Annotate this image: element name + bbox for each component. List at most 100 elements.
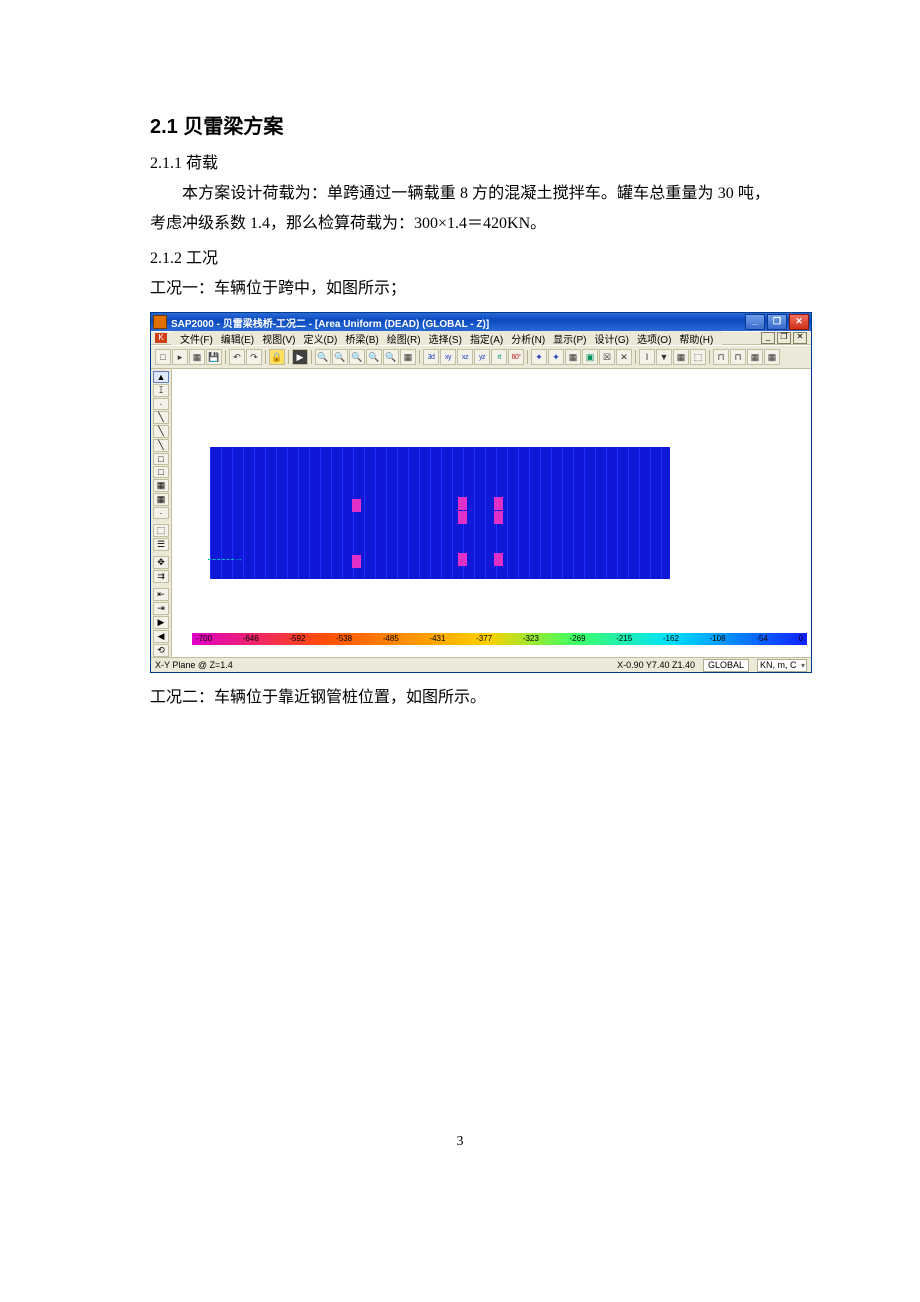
- tool-zoom3-icon[interactable]: 🔍: [349, 349, 365, 365]
- tool-zoom2-icon[interactable]: 🔍: [332, 349, 348, 365]
- tool-new-icon[interactable]: □: [155, 349, 171, 365]
- menu-analyze[interactable]: 分析(N): [508, 331, 548, 346]
- vtool-refresh-icon[interactable]: ⟲: [153, 644, 169, 657]
- tool-undo-icon[interactable]: ↶: [229, 349, 245, 365]
- load-patch: [458, 497, 467, 510]
- tool-frame4-icon[interactable]: ▦: [764, 349, 780, 365]
- left-toolbar: ▲ ꕯ · ╲ ╲ ╲ □ □ ▦ ▦ · ⬚ ☰ ✥ ⇉ ⇤ ⇥ ▶: [151, 369, 172, 657]
- window-minimize-button[interactable]: _: [745, 314, 765, 330]
- tool-frame3-icon[interactable]: ▦: [747, 349, 763, 365]
- load-patch: [494, 497, 503, 510]
- toolbar-separator: [311, 350, 312, 364]
- menu-select[interactable]: 选择(S): [426, 331, 465, 346]
- toolbar-separator: [419, 350, 420, 364]
- status-units-dropdown[interactable]: KN, m, C: [757, 659, 807, 672]
- menu-file[interactable]: 文件(F): [177, 331, 216, 346]
- tool-grid-icon[interactable]: ▦: [189, 349, 205, 365]
- vtool-snap1-icon[interactable]: ⇤: [153, 588, 169, 601]
- menu-bar: 文件(F) 编辑(E) 视图(V) 定义(D) 桥梁(B) 绘图(R) 选择(S…: [171, 331, 722, 345]
- legend-val: -215: [616, 634, 632, 646]
- window-title-bar: SAP2000 - 贝雷梁栈桥-工况二 - [Area Uniform (DEA…: [151, 313, 811, 331]
- load-patch: [352, 555, 361, 568]
- tool-view-3d-icon[interactable]: 3d: [423, 349, 439, 365]
- tool-save-icon[interactable]: 💾: [206, 349, 222, 365]
- vtool-line1-icon[interactable]: ╲: [153, 411, 169, 424]
- menu-design[interactable]: 设计(G): [592, 331, 632, 346]
- tool-view-60-icon[interactable]: 60°: [508, 349, 524, 365]
- vtool-pointer-icon[interactable]: ▲: [153, 371, 169, 383]
- tool-frame2-icon[interactable]: ⊓: [730, 349, 746, 365]
- page-number: 3: [150, 1134, 770, 1150]
- sap2000-window: SAP2000 - 贝雷梁栈桥-工况二 - [Area Uniform (DEA…: [150, 312, 812, 673]
- vtool-area2-icon[interactable]: ▦: [153, 493, 169, 506]
- app-icon: [153, 315, 167, 329]
- mdi-min-button[interactable]: _: [761, 332, 775, 344]
- vtool-step-back-icon[interactable]: ◀: [153, 630, 169, 643]
- tool-set2-icon[interactable]: ▣: [582, 349, 598, 365]
- vtool-line3-icon[interactable]: ╲: [153, 439, 169, 452]
- tool-right-icon[interactable]: ✦: [548, 349, 564, 365]
- mdi-restore-button[interactable]: ❐: [777, 332, 791, 344]
- tool-drop-icon[interactable]: ▼: [656, 349, 672, 365]
- vtool-snap2-icon[interactable]: ⇥: [153, 602, 169, 615]
- vtool-dot-icon[interactable]: ·: [153, 507, 169, 519]
- legend-val: -646: [243, 634, 259, 646]
- window-close-button[interactable]: ✕: [789, 314, 809, 330]
- legend-val: -538: [336, 634, 352, 646]
- color-legend-labels: -700 -646 -592 -538 -485 -431 -377 -323 …: [192, 633, 807, 645]
- tool-lock-icon[interactable]: 🔒: [269, 349, 285, 365]
- tool-zoom4-icon[interactable]: 🔍: [366, 349, 382, 365]
- menu-options[interactable]: 选项(O): [634, 331, 674, 346]
- mdi-close-button[interactable]: ✕: [793, 332, 807, 344]
- vtool-line2-icon[interactable]: ╲: [153, 425, 169, 438]
- menu-edit[interactable]: 编辑(E): [218, 331, 257, 346]
- menu-bridge[interactable]: 桥梁(B): [342, 331, 381, 346]
- status-global-field[interactable]: GLOBAL: [703, 659, 749, 672]
- legend-val: -592: [289, 634, 305, 646]
- legend-val: -377: [476, 634, 492, 646]
- axis-marker: [208, 559, 234, 561]
- vtool-area1-icon[interactable]: ▦: [153, 479, 169, 492]
- tool-view-xz-icon[interactable]: xz: [457, 349, 473, 365]
- heading-2-1-2: 2.1.2 工况: [150, 244, 770, 268]
- tool-set1-icon[interactable]: ▦: [565, 349, 581, 365]
- legend-val: -162: [663, 634, 679, 646]
- tool-frame1-icon[interactable]: ⊓: [713, 349, 729, 365]
- legend-val: -323: [523, 634, 539, 646]
- menu-assign[interactable]: 指定(A): [467, 331, 506, 346]
- vtool-point-icon[interactable]: ·: [153, 398, 169, 410]
- vtool-assign1-icon[interactable]: ⬚: [153, 524, 169, 537]
- vtool-select-icon[interactable]: ꕯ: [153, 384, 169, 397]
- window-maximize-button[interactable]: ❐: [767, 314, 787, 330]
- menu-view[interactable]: 视图(V): [259, 331, 298, 346]
- vtool-rect2-icon[interactable]: □: [153, 466, 169, 478]
- load-patch: [458, 511, 467, 524]
- tool-view-yz-icon[interactable]: yz: [474, 349, 490, 365]
- menu-draw[interactable]: 绘图(R): [384, 331, 424, 346]
- vtool-copy-icon[interactable]: ⇉: [153, 570, 169, 583]
- tool-zoom5-icon[interactable]: 🔍: [383, 349, 399, 365]
- vtool-rect1-icon[interactable]: □: [153, 453, 169, 465]
- menu-define[interactable]: 定义(D): [300, 331, 340, 346]
- vtool-step-fwd-icon[interactable]: ▶: [153, 616, 169, 629]
- load-patch: [494, 553, 503, 566]
- vtool-assign2-icon[interactable]: ☰: [153, 538, 169, 551]
- tool-run-icon[interactable]: ▶: [292, 349, 308, 365]
- tool-redo-icon[interactable]: ↷: [246, 349, 262, 365]
- vtool-move-icon[interactable]: ✥: [153, 556, 169, 569]
- menu-display[interactable]: 显示(P): [550, 331, 589, 346]
- tool-pan-icon[interactable]: ▦: [400, 349, 416, 365]
- model-gridlines: [210, 447, 670, 579]
- tool-left-icon[interactable]: ✦: [531, 349, 547, 365]
- tool-check-icon[interactable]: ☒: [599, 349, 615, 365]
- tool-open-icon[interactable]: ▸: [172, 349, 188, 365]
- tool-view-rt-icon[interactable]: rt: [491, 349, 507, 365]
- tool-zoom1-icon[interactable]: 🔍: [315, 349, 331, 365]
- tool-obj-icon[interactable]: ▦: [673, 349, 689, 365]
- tool-view-xy-icon[interactable]: xy: [440, 349, 456, 365]
- tool-info-icon[interactable]: I: [639, 349, 655, 365]
- tool-x-icon[interactable]: ✕: [616, 349, 632, 365]
- tool-sel-icon[interactable]: ⬚: [690, 349, 706, 365]
- menu-help[interactable]: 帮助(H): [676, 331, 716, 346]
- model-canvas[interactable]: → -700 -646 -592 -538 -485 -431 -377 -32…: [172, 369, 811, 657]
